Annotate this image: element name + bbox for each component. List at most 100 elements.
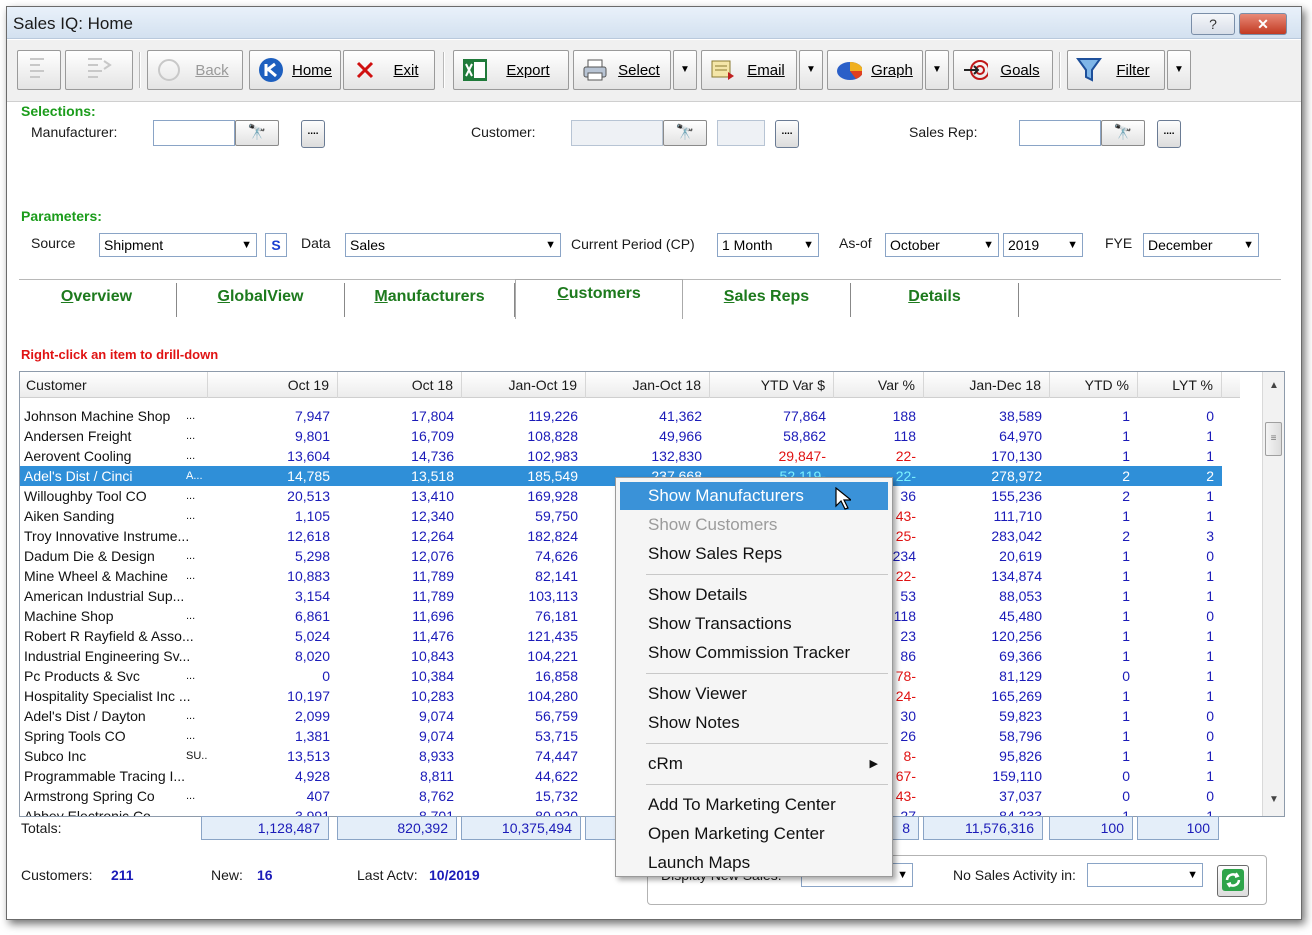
grid-cell: 37,037 bbox=[999, 788, 1042, 804]
column-header[interactable]: Oct 19 bbox=[208, 372, 338, 398]
export-button[interactable]: Export bbox=[453, 50, 569, 90]
scroll-thumb[interactable]: ≡ bbox=[1265, 422, 1282, 456]
graph-dropdown[interactable]: ▼ bbox=[925, 50, 949, 90]
chevron-down-icon: ▼ bbox=[680, 64, 690, 75]
add-to-marketing-center-item[interactable]: Add To Marketing Center bbox=[620, 791, 888, 819]
graph-label: Graph bbox=[871, 61, 913, 79]
as-of-year-select[interactable]: 2019 ▼ bbox=[1003, 233, 1083, 257]
column-header[interactable]: Jan-Oct 18 bbox=[586, 372, 710, 398]
home-button[interactable]: Home bbox=[249, 50, 341, 90]
sales-rep-field[interactable] bbox=[1019, 120, 1101, 146]
manufacturer-field[interactable] bbox=[153, 120, 235, 146]
back-button[interactable]: Back bbox=[147, 50, 243, 90]
customer-more-button[interactable]: .... bbox=[775, 120, 799, 148]
grid-cell: 278,972 bbox=[991, 468, 1042, 484]
filter-button[interactable]: Filter bbox=[1067, 50, 1165, 90]
show-notes-item[interactable]: Show Notes bbox=[620, 709, 888, 737]
select-dropdown[interactable]: ▼ bbox=[673, 50, 697, 90]
column-header[interactable]: YTD Var $ bbox=[710, 372, 834, 398]
grid-cell: 1 bbox=[1122, 708, 1130, 724]
grid-cell: 1 bbox=[1122, 508, 1130, 524]
filter-dropdown[interactable]: ▼ bbox=[1167, 50, 1191, 90]
refresh-button[interactable] bbox=[1217, 865, 1249, 897]
manufacturer-lookup-button[interactable]: 🔭 bbox=[235, 120, 279, 146]
scroll-down-icon[interactable]: ▼ bbox=[1263, 790, 1284, 810]
customer-name-cell: Andersen Freight... bbox=[20, 426, 208, 446]
grid-cell: 8,762 bbox=[418, 788, 454, 804]
excel-icon bbox=[462, 58, 488, 82]
column-header[interactable]: Jan-Dec 18 bbox=[924, 372, 1050, 398]
customer-name-cell: Machine Shop... bbox=[20, 606, 208, 626]
manufacturer-more-button[interactable]: .... bbox=[301, 120, 325, 148]
email-dropdown[interactable]: ▼ bbox=[799, 50, 823, 90]
as-of-month-select[interactable]: October ▼ bbox=[885, 233, 999, 257]
pie-chart-icon bbox=[836, 58, 862, 82]
current-period-select[interactable]: 1 Month ▼ bbox=[717, 233, 819, 257]
tab-details[interactable]: Details bbox=[851, 283, 1019, 317]
grid-cell: 103,113 bbox=[528, 588, 578, 604]
table-row[interactable]: Andersen Freight... 9,801 16,709 108,828 49,… bbox=[20, 426, 1222, 446]
close-button[interactable]: ✕ bbox=[1239, 13, 1287, 35]
vertical-scrollbar[interactable]: ▲ ≡ ▼ bbox=[1262, 372, 1284, 816]
grid-cell: 2 bbox=[1206, 468, 1214, 484]
show-details-item[interactable]: Show Details bbox=[620, 581, 888, 609]
s-button[interactable]: S bbox=[265, 233, 287, 257]
tab-sales-reps[interactable]: Sales Reps bbox=[683, 283, 851, 317]
goals-label: Goals bbox=[1000, 61, 1040, 79]
select-label: Select bbox=[618, 61, 660, 79]
help-button[interactable]: ? bbox=[1191, 13, 1235, 35]
open-marketing-center-item[interactable]: Open Marketing Center bbox=[620, 820, 888, 848]
grid-cell: 2 bbox=[1122, 488, 1130, 504]
email-button[interactable]: Email bbox=[701, 50, 797, 90]
table-row[interactable]: Aerovent Cooling... 13,604 14,736 102,983 13… bbox=[20, 446, 1222, 466]
grid-cell: 1 bbox=[1122, 548, 1130, 564]
no-sales-activity-select[interactable]: ▼ bbox=[1087, 863, 1203, 887]
tab-overview[interactable]: Overview bbox=[17, 283, 177, 317]
customer-name: Robert R Rayfield & Asso... bbox=[24, 628, 194, 644]
show-viewer-item[interactable]: Show Viewer bbox=[620, 680, 888, 708]
column-header[interactable]: Oct 18 bbox=[338, 372, 462, 398]
grid-cell: 74,626 bbox=[535, 548, 578, 564]
column-header[interactable]: Jan-Oct 19 bbox=[462, 372, 586, 398]
window-title: Sales IQ: Home bbox=[13, 14, 133, 33]
nav-left-button[interactable] bbox=[17, 50, 61, 90]
exit-button[interactable]: Exit bbox=[343, 50, 435, 90]
sales-rep-more-button[interactable]: .... bbox=[1157, 120, 1181, 148]
nav-right-button[interactable] bbox=[65, 50, 133, 90]
grid-cell: 88,053 bbox=[999, 588, 1042, 604]
grid-cell: 0 bbox=[1206, 728, 1214, 744]
table-row[interactable]: Johnson Machine Shop... 7,947 17,804 119,22… bbox=[20, 406, 1222, 426]
goals-button[interactable]: Goals bbox=[953, 50, 1053, 90]
customer-lookup-button[interactable]: 🔭 bbox=[663, 120, 707, 146]
column-header[interactable]: Var % bbox=[834, 372, 924, 398]
sales-rep-lookup-button[interactable]: 🔭 bbox=[1101, 120, 1145, 146]
fye-value: December bbox=[1148, 237, 1213, 253]
tab-label: lobalView bbox=[229, 288, 304, 305]
column-header[interactable]: LYT % bbox=[1138, 372, 1222, 398]
show-commission-tracker-item[interactable]: Show Commission Tracker bbox=[620, 639, 888, 667]
customer-code-field[interactable] bbox=[717, 120, 765, 146]
grid-cell: 0 bbox=[1206, 788, 1214, 804]
column-header[interactable]: YTD % bbox=[1050, 372, 1138, 398]
fye-select[interactable]: December ▼ bbox=[1143, 233, 1259, 257]
customer-field[interactable] bbox=[571, 120, 663, 146]
launch-maps-item[interactable]: Launch Maps bbox=[620, 849, 888, 877]
crm-submenu-item[interactable]: cRm ▶ bbox=[620, 750, 888, 778]
graph-button[interactable]: Graph bbox=[827, 50, 923, 90]
customer-name: Hospitality Specialist Inc ... bbox=[24, 688, 191, 704]
data-select[interactable]: Sales ▼ bbox=[345, 233, 561, 257]
show-transactions-item[interactable]: Show Transactions bbox=[620, 610, 888, 638]
source-select[interactable]: Shipment ▼ bbox=[99, 233, 257, 257]
grid-cell: 1 bbox=[1206, 568, 1214, 584]
column-header[interactable]: Customer bbox=[20, 372, 208, 398]
grid-cell: 53,715 bbox=[535, 728, 578, 744]
grid-cell: 76,181 bbox=[535, 608, 578, 624]
tab-globalview[interactable]: GlobalView bbox=[177, 283, 345, 317]
show-sales-reps-item[interactable]: Show Sales Reps bbox=[620, 540, 888, 568]
tab-manufacturers[interactable]: Manufacturers bbox=[345, 283, 515, 317]
select-button[interactable]: Select bbox=[573, 50, 671, 90]
customer-name: Programmable Tracing I... bbox=[24, 768, 186, 784]
scroll-up-icon[interactable]: ▲ bbox=[1263, 376, 1284, 396]
grid-cell: 6,861 bbox=[294, 608, 330, 624]
tab-customers[interactable]: Customers bbox=[515, 279, 683, 319]
